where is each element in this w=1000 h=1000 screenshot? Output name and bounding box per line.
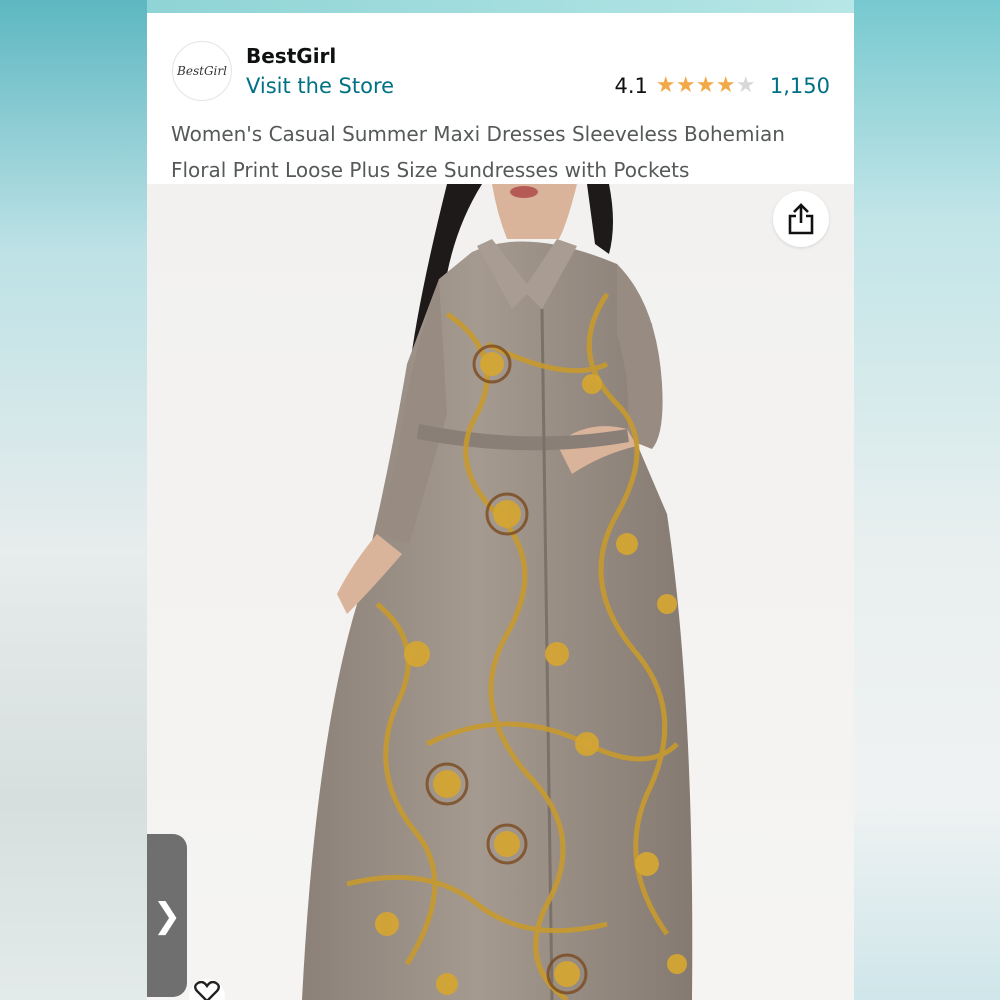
chevron-right-icon: ❯ (152, 895, 182, 936)
background-blur-left (0, 0, 147, 1000)
product-image[interactable]: ❯ (147, 184, 854, 1000)
product-title: Women's Casual Summer Maxi Dresses Sleev… (171, 122, 785, 182)
star-filled-icon: ★ (655, 73, 676, 98)
store-name: BestGirl (246, 44, 337, 68)
star-empty-icon: ★ (735, 73, 756, 98)
review-count-link[interactable]: 1,150 (770, 74, 830, 98)
rating-summary[interactable]: 4.1 ★ ★ ★ ★ ★ 1,150 (614, 74, 830, 98)
share-button[interactable] (773, 191, 829, 247)
product-photo (302, 184, 693, 1000)
share-icon (788, 203, 814, 235)
star-filled-icon: ★ (675, 73, 696, 98)
top-bar (147, 0, 854, 13)
favorite-button[interactable] (189, 979, 225, 1000)
star-rating: ★ ★ ★ ★ ★ (656, 75, 756, 97)
rating-value: 4.1 (614, 74, 648, 98)
product-header: BestGirl BestGirl Visit the Store 4.1 ★ ★… (147, 13, 854, 184)
visit-store-link[interactable]: Visit the Store (246, 74, 394, 98)
heart-icon (194, 981, 220, 1000)
star-filled-icon: ★ (715, 73, 736, 98)
store-logo-text: BestGirl (177, 64, 227, 78)
star-filled-icon: ★ (695, 73, 716, 98)
background-blur-right (854, 0, 1000, 1000)
product-page: BestGirl BestGirl Visit the Store 4.1 ★ ★… (147, 13, 854, 1000)
next-image-button[interactable]: ❯ (147, 834, 187, 997)
store-logo[interactable]: BestGirl (172, 41, 232, 101)
